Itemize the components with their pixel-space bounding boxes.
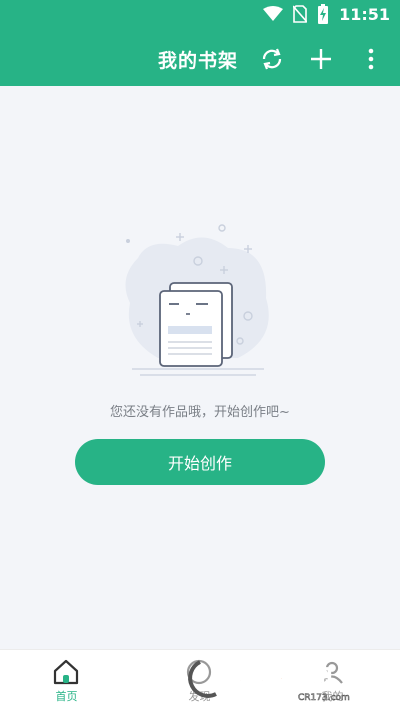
empty-documents-illustration	[125, 224, 269, 376]
page-title: 我的书架	[158, 50, 239, 72]
refresh-icon	[262, 48, 282, 70]
app-bar: 我的书架	[0, 32, 400, 86]
start-creating-button[interactable]: 开始创作	[75, 439, 325, 485]
more-vertical-icon	[368, 48, 374, 70]
nav-label-home: 首页	[55, 690, 78, 703]
status-icons: 11:51	[263, 4, 390, 24]
more-options-button[interactable]	[356, 44, 386, 74]
status-time: 11:51	[339, 4, 390, 24]
refresh-button[interactable]	[257, 44, 287, 74]
empty-state-message: 您还没有作品哦，开始创作吧~	[110, 405, 290, 420]
no-sim-icon	[293, 5, 308, 23]
watermark-text: 西西软件园	[222, 666, 332, 692]
home-icon	[53, 659, 79, 685]
watermark-logo: 西西软件园 CR173.com	[188, 660, 350, 703]
plus-icon	[311, 49, 331, 69]
main-content: 您还没有作品哦，开始创作吧~ 开始创作	[0, 86, 400, 649]
nav-item-home[interactable]: 首页	[0, 650, 133, 712]
add-button[interactable]	[306, 44, 336, 74]
battery-charging-icon	[318, 4, 329, 24]
status-bar: 11:51	[0, 0, 400, 32]
watermark-url: CR173.com	[298, 693, 350, 703]
wifi-icon	[263, 6, 284, 21]
